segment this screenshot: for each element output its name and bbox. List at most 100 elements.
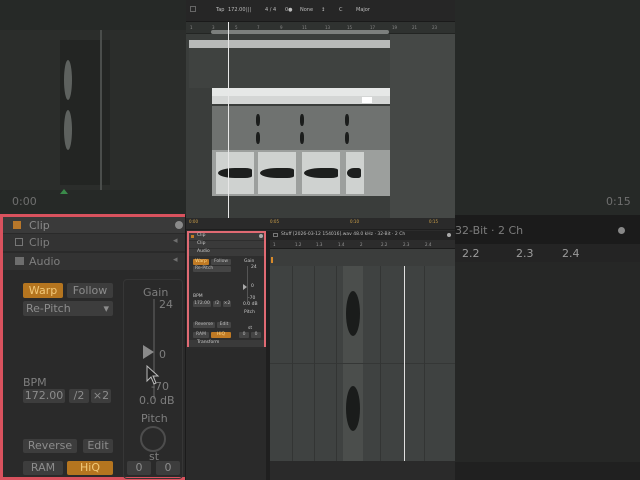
file-icon bbox=[273, 233, 278, 237]
transform-section-label: Transform bbox=[197, 340, 220, 345]
time-ruler: 0:00 0:05 0:10 0:15 bbox=[186, 218, 455, 230]
chevron-down-icon: ▾ bbox=[103, 302, 109, 315]
audio-clip-header[interactable] bbox=[212, 88, 390, 96]
zoom-audio-label: Audio bbox=[29, 255, 61, 268]
ram-button[interactable]: RAM bbox=[193, 332, 209, 338]
clip-view-panel: Clip Clip Audio Warp Follow Re-Pitch Gai… bbox=[187, 231, 266, 347]
zoom-gain-zero: 0 bbox=[159, 348, 166, 361]
playhead[interactable] bbox=[228, 22, 229, 218]
zoom-ruler-label: 2.4 bbox=[562, 247, 580, 260]
beat-label: 2.2 bbox=[381, 242, 388, 247]
zoom-warp-button[interactable]: Warp bbox=[23, 283, 63, 298]
power-icon[interactable] bbox=[447, 233, 451, 237]
scale-toggle-icon[interactable]: ↕ bbox=[321, 8, 325, 13]
time-label: 0:05 bbox=[270, 219, 279, 224]
power-icon bbox=[618, 227, 625, 234]
gain-bottom: -70 bbox=[248, 296, 256, 301]
quantize-select[interactable]: None bbox=[300, 8, 313, 13]
gain-label: Gain bbox=[244, 259, 255, 264]
metronome-button[interactable]: 0● bbox=[285, 8, 293, 13]
zoom-bpm-field[interactable]: 172.00 bbox=[23, 389, 65, 403]
sample-scrollbar[interactable] bbox=[270, 461, 455, 480]
sample-end-marker[interactable] bbox=[404, 266, 405, 461]
beat-label: 1.2 bbox=[295, 242, 302, 247]
bpm-label: BPM bbox=[193, 294, 203, 299]
pitch-label: Pitch bbox=[244, 310, 255, 315]
zoom-hiq-button[interactable]: HiQ bbox=[67, 461, 113, 475]
half-tempo-button[interactable]: /2 bbox=[213, 301, 221, 307]
zoom-double-tempo-button[interactable]: ×2 bbox=[91, 389, 111, 403]
scale-select[interactable]: Major bbox=[356, 8, 370, 13]
reverse-button[interactable]: Reverse bbox=[193, 322, 215, 328]
power-icon[interactable] bbox=[259, 234, 263, 238]
clip-section-label: Clip bbox=[197, 241, 206, 246]
zoom-edit-button[interactable]: Edit bbox=[83, 439, 113, 453]
sample-editor: Stuff [2026-03-12 154016].wav 48.0 kHz ·… bbox=[270, 231, 455, 480]
zoom-st-left-field[interactable]: 0 bbox=[127, 461, 151, 475]
hiq-button[interactable]: HiQ bbox=[211, 332, 231, 338]
gain-handle-icon[interactable] bbox=[143, 345, 154, 359]
key-select[interactable]: C bbox=[339, 8, 343, 13]
sample-ruler[interactable]: 1 1.2 1.3 1.4 2 2.2 2.3 2.4 bbox=[270, 240, 455, 249]
power-icon bbox=[175, 221, 183, 229]
clip-panel-title: Clip bbox=[197, 233, 206, 238]
menu-icon[interactable] bbox=[190, 6, 196, 12]
collapse-icon[interactable]: ◂ bbox=[173, 256, 178, 265]
track-clip-bar[interactable] bbox=[189, 40, 411, 48]
warp-button[interactable]: Warp bbox=[193, 259, 209, 265]
follow-button[interactable]: Follow bbox=[211, 259, 231, 265]
ableton-window: Tap 172.00 ||| 4 / 4 0● None ↕ C Major 1… bbox=[186, 0, 455, 480]
time-label: 0:00 bbox=[189, 219, 198, 224]
zoom-follow-button[interactable]: Follow bbox=[67, 283, 113, 298]
zoom-gain-top: 24 bbox=[159, 298, 173, 311]
loop-brace[interactable] bbox=[211, 30, 389, 34]
bar-label: 19 bbox=[392, 25, 398, 30]
beat-label: 1.4 bbox=[338, 242, 345, 247]
tap-button[interactable]: Tap bbox=[216, 8, 224, 13]
clip-color-icon bbox=[191, 235, 194, 238]
beat-label: 2.3 bbox=[403, 242, 410, 247]
double-tempo-button[interactable]: ×2 bbox=[223, 301, 231, 307]
st-label: st bbox=[248, 326, 253, 331]
zoom-pitch-knob[interactable] bbox=[140, 426, 166, 452]
audio-section-label: Audio bbox=[197, 249, 210, 254]
audio-clip[interactable] bbox=[212, 150, 390, 196]
zoom-warp-mode-select[interactable]: Re-Pitch ▾ bbox=[23, 301, 113, 316]
warp-mode-select[interactable]: Re-Pitch bbox=[193, 266, 231, 272]
tempo-field[interactable]: 172.00 bbox=[228, 8, 246, 13]
waveform-peak bbox=[346, 291, 360, 336]
gain-handle-icon[interactable] bbox=[243, 284, 247, 290]
zoom-ram-button[interactable]: RAM bbox=[23, 461, 63, 475]
clip-color-icon bbox=[13, 221, 21, 229]
sample-waveform[interactable] bbox=[270, 266, 455, 461]
zoom-reverse-button[interactable]: Reverse bbox=[23, 439, 77, 453]
collapse-icon[interactable]: ◂ bbox=[173, 237, 178, 246]
start-marker[interactable] bbox=[271, 257, 273, 263]
zoom-clip-panel: Clip Clip ◂ Audio ◂ Warp Follow Re-Pitch… bbox=[0, 214, 185, 480]
st-right-field[interactable]: 0 bbox=[251, 332, 261, 338]
zoom-st-right-field[interactable]: 0 bbox=[156, 461, 180, 475]
zoom-pitch-label: Pitch bbox=[141, 412, 168, 425]
audio-wave-icon bbox=[15, 257, 24, 265]
zoom-clip-label: Clip bbox=[29, 236, 50, 249]
time-signature-field[interactable]: 4 / 4 bbox=[265, 8, 276, 13]
beat-label: 2.4 bbox=[425, 242, 432, 247]
bar-label: 21 bbox=[412, 25, 418, 30]
sample-file-info: Stuff [2026-03-12 154016].wav 48.0 kHz ·… bbox=[281, 232, 406, 237]
transport-toolbar: Tap 172.00 ||| 4 / 4 0● None ↕ C Major bbox=[186, 0, 455, 22]
sample-file-header: Stuff [2026-03-12 154016].wav 48.0 kHz ·… bbox=[270, 231, 455, 240]
time-label: 0:15 bbox=[429, 219, 438, 224]
zoom-time-start: 0:00 bbox=[12, 195, 37, 208]
clip-end-marker[interactable] bbox=[362, 97, 372, 103]
screen: 0:00 0:15 Clip Clip ◂ Audio ◂ Warp Follo… bbox=[0, 0, 640, 480]
zoom-panel-title: Clip bbox=[29, 219, 50, 232]
zoom-half-tempo-button[interactable]: /2 bbox=[69, 389, 89, 403]
zoom-ruler-label: 2.2 bbox=[462, 247, 480, 260]
gain-db: 0.0 dB bbox=[243, 302, 258, 307]
edit-button[interactable]: Edit bbox=[217, 322, 231, 328]
bpm-field[interactable]: 172.00 bbox=[193, 301, 211, 307]
st-left-field[interactable]: 0 bbox=[239, 332, 249, 338]
clip-section-icon bbox=[15, 238, 23, 246]
metronome-icon[interactable]: ||| bbox=[246, 8, 251, 13]
time-label: 0:10 bbox=[350, 219, 359, 224]
